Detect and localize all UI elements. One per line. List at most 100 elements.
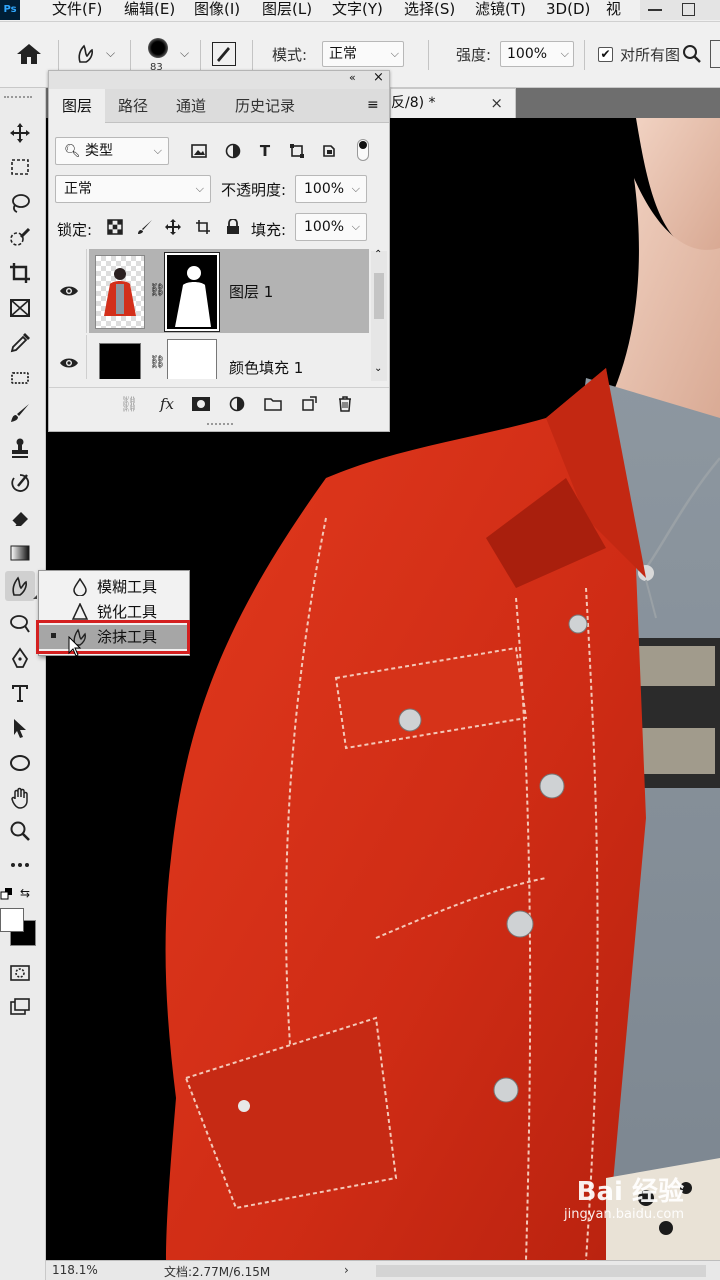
lock-pixels-icon[interactable] (135, 217, 155, 237)
healing-brush-tool-icon[interactable] (5, 363, 35, 393)
panel-resize-grip[interactable] (207, 423, 233, 427)
strength-input[interactable]: 100% ⌵ (500, 41, 574, 67)
close-panel-icon[interactable]: × (373, 70, 384, 85)
home-icon[interactable] (16, 42, 42, 70)
frame-tool-icon[interactable] (5, 293, 35, 323)
eyedropper-tool-icon[interactable] (5, 328, 35, 358)
eye-icon[interactable] (59, 284, 79, 298)
eraser-tool-icon[interactable] (5, 503, 35, 533)
menu-view[interactable]: 视 (606, 0, 621, 20)
crop-tool-icon[interactable] (5, 258, 35, 288)
lock-position-icon[interactable] (163, 217, 183, 237)
ellipse-tool-icon[interactable] (5, 748, 35, 778)
scroll-up-icon[interactable]: ⌃ (374, 249, 382, 260)
pixel-filter-icon[interactable] (189, 141, 209, 161)
foreground-color-swatch[interactable] (0, 908, 24, 932)
brush-tool-icon[interactable] (5, 398, 35, 428)
adjustment-layer-icon[interactable] (227, 394, 247, 414)
workspace-switcher-icon[interactable] (710, 40, 720, 68)
scroll-down-icon[interactable]: ⌄ (374, 363, 382, 374)
layer-row[interactable]: ⛓︎ 图层 1 (49, 249, 369, 333)
layer-row[interactable]: ⛓︎ 颜色填充 1 (49, 335, 369, 379)
zoom-tool-icon[interactable] (5, 816, 35, 846)
link-icon[interactable]: ⛓︎ (149, 283, 166, 298)
tab-layers[interactable]: 图层 (49, 89, 105, 123)
tool-preset-chevron-icon[interactable]: ⌵ (106, 46, 115, 61)
menu-3d[interactable]: 3D(D) (546, 0, 590, 20)
zoom-level[interactable]: 118.1% (52, 1263, 98, 1277)
blend-mode-select[interactable]: 正常 ⌵ (55, 175, 211, 203)
menu-select[interactable]: 选择(S) (404, 0, 455, 20)
path-selection-tool-icon[interactable] (5, 713, 35, 743)
lock-transparency-icon[interactable] (105, 217, 125, 237)
restore-icon[interactable] (682, 3, 695, 16)
search-icon[interactable] (682, 44, 702, 68)
gradient-tool-icon[interactable] (5, 538, 35, 568)
tab-channels[interactable]: 通道 (163, 89, 219, 123)
scrollbar-thumb[interactable] (374, 273, 384, 319)
default-colors-icon[interactable] (0, 886, 14, 900)
tab-paths[interactable]: 路径 (105, 89, 161, 123)
brush-preview-icon[interactable] (148, 38, 168, 58)
opacity-input[interactable]: 100% ⌵ (295, 175, 367, 203)
menu-file[interactable]: 文件(F) (52, 0, 102, 20)
delete-layer-icon[interactable] (335, 394, 355, 414)
panel-menu-icon[interactable]: ≡ (367, 97, 379, 113)
eye-icon[interactable] (59, 356, 79, 370)
visibility-cell[interactable] (49, 335, 87, 379)
swap-colors-icon[interactable]: ⇆ (20, 886, 30, 900)
blur-tool-item[interactable]: 模糊工具 (39, 575, 189, 599)
layers-scrollbar[interactable]: ⌃ ⌄ (371, 249, 387, 381)
fill-input[interactable]: 100% ⌵ (295, 213, 367, 241)
new-group-icon[interactable] (263, 394, 283, 414)
sample-all-checkbox[interactable]: ✔ (598, 47, 613, 62)
visibility-cell[interactable] (49, 249, 87, 333)
dodge-tool-icon[interactable] (5, 608, 35, 638)
smudge-tool-icon[interactable] (5, 571, 37, 601)
layer-1-mask-thumbnail[interactable] (164, 252, 220, 332)
history-brush-tool-icon[interactable] (5, 468, 35, 498)
add-mask-icon[interactable] (191, 394, 211, 414)
adjustment-filter-icon[interactable] (223, 141, 243, 161)
screen-mode-icon[interactable] (5, 992, 35, 1022)
clone-stamp-tool-icon[interactable] (5, 433, 35, 463)
link-layers-icon[interactable]: ⛓︎ (119, 394, 139, 414)
mode-select[interactable]: 正常 ⌵ (322, 41, 404, 67)
menu-image[interactable]: 图像(I) (194, 0, 240, 20)
brush-settings-icon[interactable] (212, 42, 236, 66)
brush-picker-chevron-icon[interactable]: ⌵ (180, 46, 189, 61)
layer-2-name[interactable]: 颜色填充 1 (229, 357, 303, 378)
lock-all-icon[interactable] (223, 217, 243, 237)
minimize-icon[interactable] (648, 9, 662, 11)
menu-edit[interactable]: 编辑(E) (124, 0, 175, 20)
layer-1-name[interactable]: 图层 1 (229, 281, 273, 302)
filter-toggle-switch[interactable] (357, 139, 369, 161)
panel-titlebar[interactable]: « × (49, 70, 389, 89)
smart-object-filter-icon[interactable] (319, 141, 339, 161)
toolbar-grip[interactable] (4, 96, 32, 100)
pen-tool-icon[interactable] (5, 643, 35, 673)
layer-filter-select[interactable]: 🔍︎ 类型 ⌵ (55, 137, 169, 165)
type-tool-icon[interactable] (5, 678, 35, 708)
lasso-tool-icon[interactable] (5, 188, 35, 218)
status-menu-arrow-icon[interactable]: › (344, 1263, 349, 1277)
menu-type[interactable]: 文字(Y) (332, 0, 383, 20)
shape-filter-icon[interactable] (287, 141, 307, 161)
link-icon[interactable]: ⛓︎ (149, 355, 166, 370)
quick-selection-tool-icon[interactable] (5, 223, 35, 253)
horizontal-scrollbar[interactable] (376, 1265, 706, 1277)
menu-layer[interactable]: 图层(L) (262, 0, 312, 20)
hand-tool-icon[interactable] (5, 783, 35, 813)
tab-history[interactable]: 历史记录 (221, 89, 309, 123)
new-layer-icon[interactable] (299, 394, 319, 414)
menu-filter[interactable]: 滤镜(T) (475, 0, 526, 20)
close-icon[interactable]: × (490, 89, 503, 117)
marquee-tool-icon[interactable] (5, 152, 35, 182)
smudge-tool-preset-icon[interactable] (74, 42, 98, 70)
more-tools-icon[interactable] (5, 850, 35, 880)
color-fill-mask-thumbnail[interactable] (167, 339, 217, 379)
collapse-panel-icon[interactable]: « (349, 71, 356, 84)
type-filter-icon[interactable]: T (255, 141, 275, 161)
layer-1-thumbnail[interactable] (95, 255, 145, 329)
fx-icon[interactable]: fx (157, 394, 177, 414)
